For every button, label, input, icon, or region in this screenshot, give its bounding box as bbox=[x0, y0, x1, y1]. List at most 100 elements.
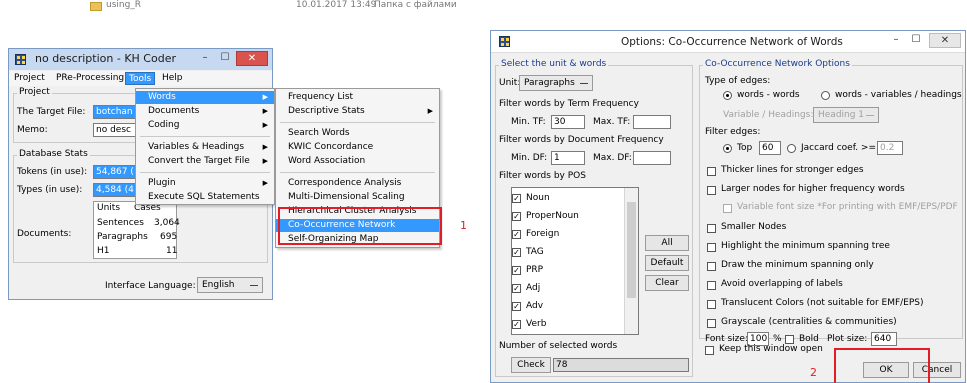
words-item-frequency-list[interactable]: Frequency List bbox=[276, 91, 439, 104]
highlight-mst-label: Highlight the minimum spanning tree bbox=[721, 241, 890, 251]
edges-variables-radio[interactable] bbox=[821, 91, 830, 100]
pos-item-propernoun[interactable]: ✓ ProperNoun bbox=[512, 206, 579, 226]
thicker-lines-label: Thicker lines for stronger edges bbox=[721, 165, 864, 175]
minimize-button[interactable]: – bbox=[887, 33, 905, 48]
words-item-association[interactable]: Word Association bbox=[276, 155, 439, 168]
smaller-nodes-checkbox[interactable] bbox=[707, 224, 716, 233]
min-df-input[interactable]: 1 bbox=[551, 151, 585, 165]
maximize-button[interactable]: ☐ bbox=[907, 33, 925, 48]
words-item-search[interactable]: Search Words bbox=[276, 127, 439, 140]
memo-field[interactable]: no desc bbox=[93, 123, 137, 137]
pos-item-label: TAG bbox=[526, 247, 544, 257]
words-item-correspondence[interactable]: Correspondence Analysis bbox=[276, 177, 439, 190]
unit-select[interactable]: Paragraphs bbox=[519, 75, 593, 91]
pos-item-verb[interactable]: ✓ Verb bbox=[512, 314, 546, 334]
jaccard-radio[interactable] bbox=[787, 144, 796, 153]
checkbox-icon[interactable]: ✓ bbox=[512, 302, 521, 311]
plot-size-input[interactable]: 640 bbox=[871, 332, 897, 346]
max-df-input[interactable] bbox=[633, 151, 671, 165]
unit-value: Paragraphs bbox=[524, 78, 575, 88]
checkbox-icon[interactable]: ✓ bbox=[512, 266, 521, 275]
keep-open-checkbox[interactable] bbox=[705, 346, 714, 355]
grayscale-checkbox[interactable] bbox=[707, 319, 716, 328]
tools-item-sql[interactable]: Execute SQL Statements bbox=[136, 191, 274, 204]
checkbox-icon[interactable]: ✓ bbox=[512, 284, 521, 293]
menu-project[interactable]: Project bbox=[11, 72, 48, 85]
scroll-thumb[interactable] bbox=[627, 202, 636, 298]
avoid-overlap-checkbox[interactable] bbox=[707, 281, 716, 290]
pos-item-tag[interactable]: ✓ TAG bbox=[512, 242, 544, 262]
submenu-arrow-icon: ▶ bbox=[262, 93, 268, 101]
pos-item-prp[interactable]: ✓ PRP bbox=[512, 260, 543, 280]
close-button[interactable]: ✕ bbox=[929, 33, 961, 48]
menu-preprocessing[interactable]: PRe-Processing bbox=[53, 72, 127, 85]
max-tf-input[interactable] bbox=[633, 115, 671, 129]
pos-item-adv[interactable]: ✓ Adv bbox=[512, 296, 543, 316]
pos-item-noun[interactable]: ✓ Noun bbox=[512, 188, 550, 208]
translucent-checkbox[interactable] bbox=[707, 300, 716, 309]
check-button[interactable]: Check bbox=[511, 357, 551, 373]
tools-item-plugin[interactable]: Plugin ▶ bbox=[136, 177, 274, 190]
font-size-unit: % bbox=[773, 334, 782, 344]
variable-font-checkbox[interactable] bbox=[723, 204, 732, 213]
pos-item-adj[interactable]: ✓ Adj bbox=[512, 278, 540, 298]
checkbox-icon[interactable]: ✓ bbox=[512, 212, 521, 221]
tools-item-convert[interactable]: Convert the Target File ▶ bbox=[136, 155, 274, 168]
tools-item-words[interactable]: Words ▶ bbox=[136, 91, 274, 104]
pos-item-label: Foreign bbox=[526, 229, 560, 239]
annotation-box-1 bbox=[278, 207, 442, 245]
thicker-lines-checkbox[interactable] bbox=[707, 167, 716, 176]
tokens-field[interactable]: 54,867 ( bbox=[93, 165, 137, 179]
tools-item-label: Execute SQL Statements bbox=[148, 192, 260, 202]
target-file-label: The Target File: bbox=[17, 107, 86, 117]
pos-listbox[interactable]: ✓ Noun ✓ ProperNoun ✓ Foreign ✓ TAG ✓ PRP ✓ Ad… bbox=[511, 187, 639, 335]
minimize-button[interactable]: – bbox=[196, 51, 214, 66]
tools-item-variables[interactable]: Variables & Headings ▶ bbox=[136, 141, 274, 154]
words-item-descriptive-stats[interactable]: Descriptive Stats ▶ bbox=[276, 105, 439, 118]
draw-mst-only-checkbox[interactable] bbox=[707, 262, 716, 271]
checkbox-icon[interactable]: ✓ bbox=[512, 230, 521, 239]
words-item-kwic[interactable]: KWIC Concordance bbox=[276, 141, 439, 154]
interface-language-select[interactable]: English bbox=[197, 277, 263, 293]
top-radio[interactable] bbox=[723, 144, 732, 153]
highlight-mst-checkbox[interactable] bbox=[707, 243, 716, 252]
checkbox-icon[interactable]: ✓ bbox=[512, 248, 521, 257]
checkbox-icon[interactable]: ✓ bbox=[512, 320, 521, 329]
max-df-label: Max. DF: bbox=[593, 153, 632, 163]
edges-words-radio[interactable] bbox=[723, 91, 732, 100]
keep-open-label: Keep this window open bbox=[719, 344, 823, 354]
pos-item-foreign[interactable]: ✓ Foreign bbox=[512, 224, 559, 244]
maximize-button[interactable]: ☐ bbox=[216, 51, 234, 66]
close-button[interactable]: ✕ bbox=[236, 51, 268, 66]
documents-label: Documents: bbox=[17, 229, 72, 239]
max-tf-label: Max. TF: bbox=[593, 117, 631, 127]
tokens-label: Tokens (in use): bbox=[17, 167, 88, 177]
checkbox-icon[interactable]: ✓ bbox=[512, 194, 521, 203]
options-titlebar[interactable]: Options: Co-Occurrence Network of Words … bbox=[491, 31, 965, 53]
clear-button[interactable]: Clear bbox=[645, 275, 689, 291]
target-file-field[interactable]: botchan bbox=[93, 105, 137, 119]
explorer-row[interactable]: using_R 10.01.2017 13:49 Папка с файлами bbox=[90, 0, 490, 22]
variable-font-label: Variable font size *For printing with EM… bbox=[737, 202, 958, 212]
larger-nodes-checkbox[interactable] bbox=[707, 186, 716, 195]
annotation-box-2 bbox=[834, 348, 930, 383]
types-field[interactable]: 4,584 (4 bbox=[93, 183, 137, 197]
network-options-title: Co-Occurrence Network Options bbox=[703, 59, 852, 69]
words-item-mds[interactable]: Multi-Dimensional Scaling bbox=[276, 191, 439, 204]
table-row-unit: Paragraphs bbox=[97, 232, 148, 242]
pos-scrollbar[interactable] bbox=[624, 188, 638, 334]
menu-help[interactable]: Help bbox=[159, 72, 186, 85]
tools-item-documents[interactable]: Documents ▶ bbox=[136, 105, 274, 118]
all-button[interactable]: All bbox=[645, 235, 689, 251]
min-tf-input[interactable]: 30 bbox=[551, 115, 585, 129]
top-input[interactable]: 60 bbox=[759, 141, 781, 155]
default-button[interactable]: Default bbox=[645, 255, 689, 271]
tools-item-coding[interactable]: Coding ▶ bbox=[136, 119, 274, 132]
jaccard-input[interactable]: 0.2 bbox=[877, 141, 903, 155]
menu-tools[interactable]: Tools bbox=[125, 72, 156, 85]
bold-checkbox[interactable] bbox=[785, 335, 794, 344]
var-headings-select[interactable]: Heading 1 bbox=[813, 107, 879, 123]
kh-titlebar[interactable]: no description - KH Coder – ☐ ✕ bbox=[9, 49, 272, 70]
interface-language-value: English bbox=[202, 280, 235, 290]
documents-table[interactable]: Units Cases Sentences 3,064 Paragraphs 6… bbox=[93, 201, 180, 259]
